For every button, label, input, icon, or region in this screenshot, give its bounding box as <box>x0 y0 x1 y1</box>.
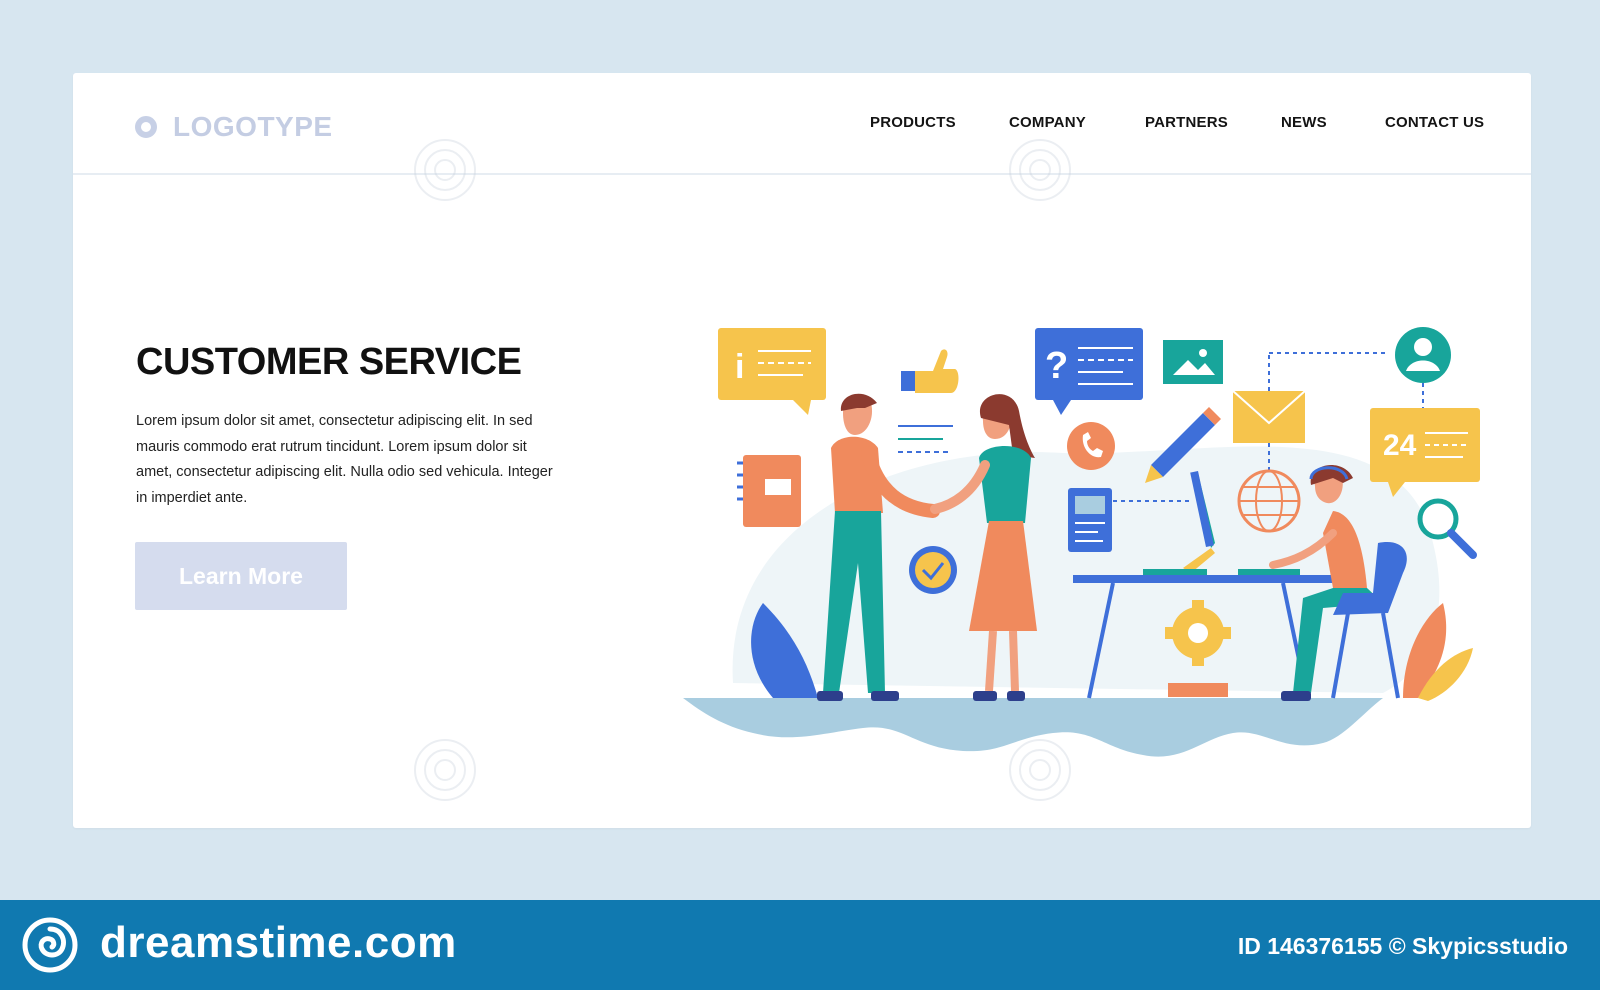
question-mark: ? <box>1045 345 1068 387</box>
user-icon <box>1395 327 1451 408</box>
hero-description: Lorem ipsum dolor sit amet, consectetur … <box>136 413 553 506</box>
image-icon <box>1163 340 1223 384</box>
dreamstime-swirl-icon <box>22 917 78 973</box>
info-mark: i <box>735 348 744 386</box>
question-bubble: ? <box>1035 328 1143 415</box>
ground-wave <box>683 698 1383 757</box>
footer-brand[interactable]: dreamstime.com <box>100 918 457 968</box>
customer-service-illustration: i ? 24 <box>683 327 1480 757</box>
phone-icon <box>1067 422 1115 470</box>
nav-item-partners[interactable]: PARTNERS <box>1145 114 1228 131</box>
footer-bar: dreamstime.com ID 146376155 © Skypicsstu… <box>0 900 1600 990</box>
site-header: LOGOTYPE PRODUCTS COMPANY PARTNERS NEWS … <box>73 73 1531 175</box>
notebook-icon <box>737 455 801 527</box>
learn-more-button[interactable]: Learn More <box>135 542 347 610</box>
footer-credit: ID 146376155 © Skypicsstudio <box>1237 933 1568 959</box>
info-bubble: i <box>718 328 826 415</box>
hero-title: CUSTOMER SERVICE <box>136 341 522 383</box>
nav-item-company[interactable]: COMPANY <box>1009 114 1086 131</box>
nav-item-news[interactable]: NEWS <box>1281 114 1327 131</box>
checkmark-icon <box>909 546 957 594</box>
landing-card: LOGOTYPE PRODUCTS COMPANY PARTNERS NEWS … <box>73 73 1531 828</box>
nav-item-products[interactable]: PRODUCTS <box>870 114 956 131</box>
calendar-number: 24 <box>1383 429 1417 462</box>
thumbs-up-icon <box>901 349 959 393</box>
main-nav: PRODUCTS COMPANY PARTNERS NEWS CONTACT U… <box>73 114 1531 138</box>
nav-item-contact-us[interactable]: CONTACT US <box>1385 114 1484 131</box>
